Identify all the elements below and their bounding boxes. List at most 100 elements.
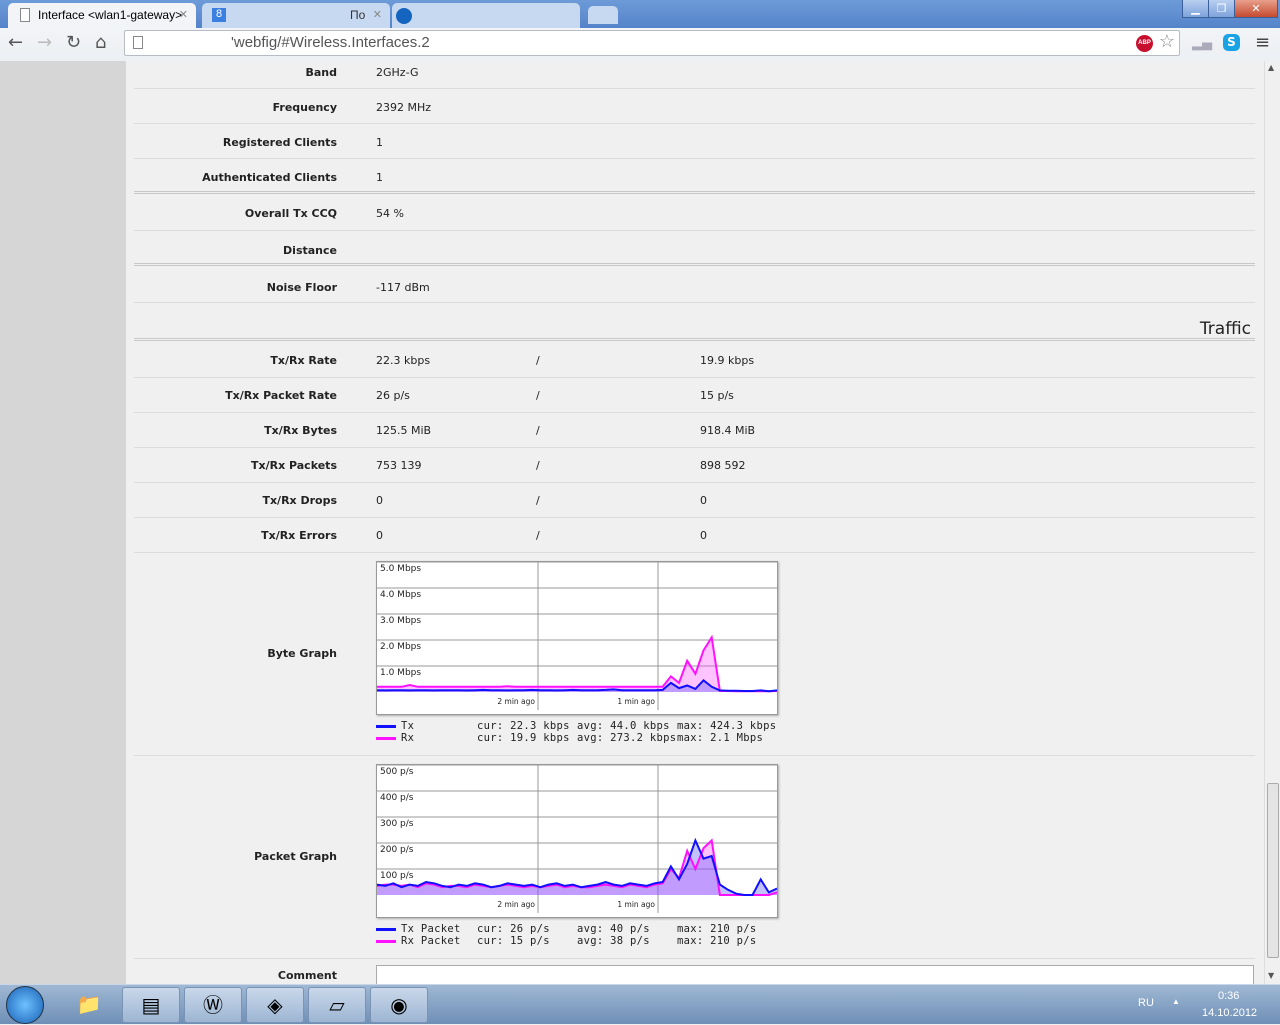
google-icon: 8 (212, 8, 226, 22)
row-value: -117 dBm (376, 281, 430, 294)
rx-value: 918.4 MiB (700, 424, 756, 437)
traffic-title: Traffic (1199, 319, 1251, 339)
traffic-row: Tx/Rx Packets 753 139 / 898 592 (134, 448, 1255, 483)
row-label: Tx/Rx Bytes (264, 424, 337, 437)
traffic-section-header: Traffic (134, 304, 1255, 341)
legend-cur: cur: 15 p/s (477, 935, 550, 947)
tray-expand-icon[interactable]: ▲ (1172, 997, 1180, 1006)
y-tick-label: 400 p/s (380, 793, 414, 803)
row-value: 1 (376, 171, 383, 184)
left-panel (0, 61, 126, 984)
row-label: Band (305, 66, 337, 79)
row-value: 2392 MHz (376, 101, 432, 114)
menu-icon[interactable]: ≡ (1255, 32, 1270, 53)
rx-value: 898 592 (700, 459, 746, 472)
legend-max: max: 424.3 kbps (677, 720, 777, 732)
row-label: Registered Clients (222, 136, 337, 149)
row-value: 54 % (376, 207, 404, 220)
network-app-icon[interactable]: ◈ (246, 987, 304, 1023)
home-icon[interactable]: ⌂ (95, 32, 106, 53)
legend-name: Tx (401, 720, 415, 732)
scrollbar[interactable]: ▲ ▼ (1264, 61, 1280, 984)
comment-label: Comment (277, 969, 337, 982)
x-tick-label: 2 min ago (497, 697, 535, 706)
notepad-icon[interactable]: ▱ (308, 987, 366, 1023)
traffic-row: Tx/Rx Rate 22.3 kbps / 19.9 kbps (134, 343, 1255, 378)
chrome-icon[interactable]: ◉ (370, 987, 428, 1023)
tab-label: Interface <wlan1-gateway> (38, 8, 183, 22)
minimize-button[interactable]: ▁ (1182, 0, 1209, 18)
clock-date[interactable]: 14.10.2012 (1202, 1007, 1257, 1019)
row-value: 2GHz-G (376, 66, 419, 79)
scroll-down-icon[interactable]: ▼ (1268, 971, 1274, 980)
info-row: Distance (134, 231, 1255, 266)
tab-label: По (350, 8, 366, 22)
close-window-button[interactable]: ✕ (1234, 0, 1278, 18)
reload-icon[interactable]: ↻ (66, 32, 81, 53)
x-tick-label: 1 min ago (617, 900, 655, 909)
row-label: Authenticated Clients (202, 171, 337, 184)
legend-cur: cur: 26 p/s (477, 923, 550, 935)
row-label: Overall Tx CCQ (244, 207, 337, 220)
legend-name: Tx Packet (401, 923, 461, 935)
row-label: Distance (283, 244, 337, 257)
separator-slash: / (536, 459, 540, 472)
scrollbar-thumb[interactable] (1267, 783, 1279, 958)
app-window-icon[interactable]: ▤ (122, 987, 180, 1023)
adblock-icon[interactable]: ABP (1136, 35, 1153, 52)
y-tick-label: 4.0 Mbps (380, 590, 421, 600)
legend-swatch (376, 736, 396, 740)
packet-graph-label: Packet Graph (254, 850, 337, 863)
interface-details: Band 2GHz-G Frequency 2392 MHz Registered Cl… (126, 61, 1264, 984)
close-tab-icon[interactable]: ✕ (179, 8, 188, 21)
page-icon (133, 36, 143, 49)
explorer-icon[interactable]: 📁 (60, 987, 118, 1023)
legend-avg: avg: 40 p/s (577, 923, 650, 935)
start-button[interactable] (6, 986, 44, 1024)
info-row: Authenticated Clients 1 (134, 159, 1255, 194)
legend-entry: Tx (376, 720, 414, 732)
skype-icon[interactable]: S (1223, 34, 1240, 51)
wow-icon[interactable]: Ⓦ (184, 987, 242, 1023)
y-tick-label: 2.0 Mbps (380, 642, 421, 652)
y-tick-label: 200 p/s (380, 845, 414, 855)
scroll-up-icon[interactable]: ▲ (1268, 63, 1274, 72)
signal-icon[interactable]: ▂▄ (1192, 36, 1212, 51)
nag-icon (396, 8, 412, 24)
legend-max: max: 210 p/s (677, 935, 757, 947)
close-tab-icon[interactable]: ✕ (373, 8, 382, 21)
clock-time[interactable]: 0:36 (1218, 990, 1239, 1002)
address-bar[interactable]: 'webfig/#Wireless.Interfaces.2 ABP ☆ (124, 30, 1180, 56)
tx-value: 125.5 MiB (376, 424, 432, 437)
row-label: Tx/Rx Packet Rate (225, 389, 337, 402)
tab-nag[interactable] (392, 3, 580, 28)
info-row: Overall Tx CCQ 54 % (134, 194, 1255, 231)
tx-value: 0 (376, 494, 383, 507)
language-indicator[interactable]: RU (1138, 997, 1154, 1009)
info-row: Band 2GHz-G (134, 61, 1255, 89)
rx-value: 0 (700, 494, 707, 507)
comment-field[interactable] (376, 965, 1254, 984)
legend-max: max: 2.1 Mbps (677, 732, 764, 744)
new-tab-button[interactable] (588, 6, 618, 24)
maximize-button[interactable]: ❐ (1208, 0, 1235, 18)
traffic-row: Tx/Rx Drops 0 / 0 (134, 483, 1255, 518)
row-value: 1 (376, 136, 383, 149)
tab-google[interactable]: 8 По ✕ (202, 3, 390, 28)
tab-interface[interactable]: Interface <wlan1-gateway> ✕ (8, 3, 196, 28)
row-label: Tx/Rx Packets (250, 459, 337, 472)
tx-value: 26 p/s (376, 389, 410, 402)
bookmark-star-icon[interactable]: ☆ (1159, 31, 1175, 52)
legend-name: Rx (401, 732, 415, 744)
info-row: Noise Floor -117 dBm (134, 266, 1255, 303)
row-label: Noise Floor (266, 281, 337, 294)
page-icon (20, 8, 30, 22)
forward-icon[interactable]: → (37, 32, 52, 53)
separator-slash: / (536, 494, 540, 507)
tx-value: 0 (376, 529, 383, 542)
x-tick-label: 1 min ago (617, 697, 655, 706)
y-tick-label: 300 p/s (380, 819, 414, 829)
byte-graph-label: Byte Graph (267, 647, 337, 660)
traffic-row: Tx/Rx Packet Rate 26 p/s / 15 p/s (134, 378, 1255, 413)
back-icon[interactable]: ← (8, 32, 23, 53)
